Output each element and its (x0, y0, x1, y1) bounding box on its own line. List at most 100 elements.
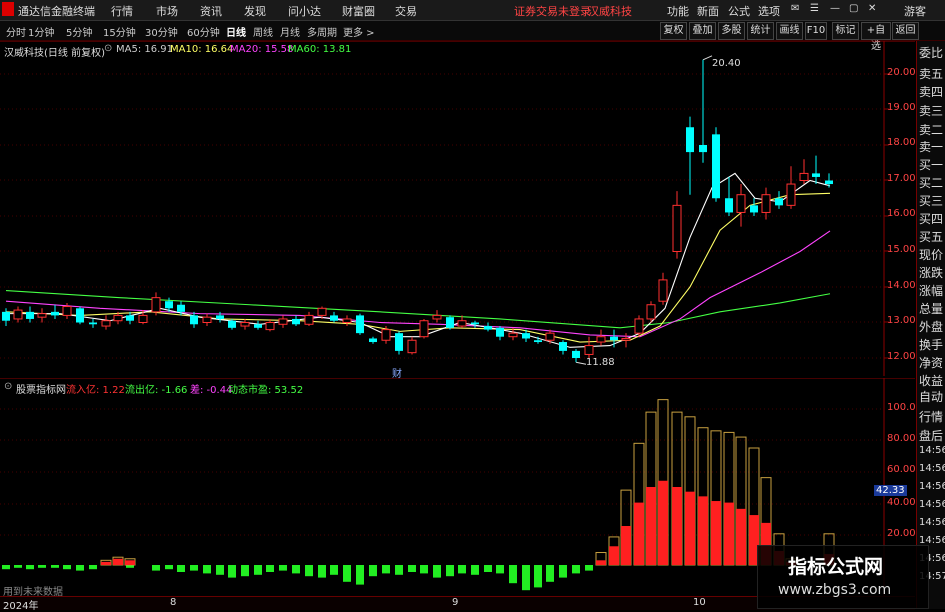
low-price-label: 11.88 (586, 357, 615, 368)
side-panel-item[interactable]: 卖二 (919, 121, 943, 138)
login-notice[interactable]: 证券交易未登录 (514, 3, 591, 19)
indicator-gear-icon[interactable]: ⊙ (4, 381, 12, 392)
side-panel-item[interactable]: 总量 (919, 300, 943, 317)
candle (356, 313, 364, 335)
watermark-url: www.zbgs3.com (778, 582, 892, 598)
side-panel-item[interactable]: 卖三 (919, 102, 943, 119)
side-panel-item[interactable]: 涨幅 (919, 282, 943, 299)
side-panel-item[interactable]: 14:56 (919, 517, 945, 528)
side-panel-item[interactable]: 买三 (919, 192, 943, 209)
side-panel-item[interactable]: 14:56 (919, 481, 945, 492)
inflow-bar (646, 487, 656, 565)
maximize-icon[interactable]: ▢ (849, 3, 858, 14)
side-panel-item[interactable]: 买二 (919, 174, 943, 191)
menu-item-function[interactable]: 功能 (667, 3, 689, 19)
side-panel-item[interactable]: 净资 (919, 354, 943, 371)
outflow-bar (216, 565, 224, 575)
candle (646, 301, 656, 323)
menu-item-ask[interactable]: 问小达 (288, 3, 321, 19)
sub-y-tick: 80.00 (887, 433, 916, 444)
candle (799, 159, 809, 185)
period-tab-5min[interactable]: 5分钟 (66, 24, 92, 39)
outflow-bar (458, 565, 466, 574)
overlay-button[interactable]: 叠加 (689, 22, 716, 40)
menu-item-trade[interactable]: 交易 (395, 3, 417, 19)
minimize-icon[interactable]: — (830, 3, 840, 14)
kline-chart[interactable] (0, 41, 915, 376)
side-panel-item[interactable]: 卖四 (919, 83, 943, 100)
side-panel-item[interactable]: 外盘 (919, 318, 943, 335)
adjust-button[interactable]: 复权 (660, 22, 687, 40)
period-tab-15min[interactable]: 15分钟 (103, 24, 136, 39)
candle (51, 304, 59, 319)
back-button[interactable]: 返回 (892, 22, 919, 40)
menu-item-newface[interactable]: 新面 (697, 3, 719, 19)
side-panel-item[interactable]: 自动 (919, 388, 943, 405)
stock-name-header: 汉威科技 (588, 5, 632, 18)
side-panel-item[interactable]: 行情 (919, 408, 943, 425)
menu-item-market[interactable]: 市场 (156, 3, 178, 19)
menu-item-options[interactable]: 选项 (758, 3, 780, 19)
drawline-button[interactable]: 画线 (776, 22, 803, 40)
side-panel-item[interactable]: 14:56 (919, 445, 945, 456)
chat-icon[interactable]: ✉ (791, 3, 799, 14)
side-panel-item[interactable]: 14:56 (919, 499, 945, 510)
outflow-bar (292, 565, 300, 574)
menu-item-news[interactable]: 资讯 (200, 3, 222, 19)
period-tab-30min[interactable]: 30分钟 (145, 24, 178, 39)
side-panel-item[interactable]: 委比 (919, 44, 943, 61)
side-panel-item[interactable]: 14:56 (919, 463, 945, 474)
add-watchlist-button[interactable]: +自选 (861, 22, 891, 52)
inflow-bar (596, 560, 606, 565)
side-panel-item[interactable]: 卖五 (919, 65, 943, 82)
outflow-bar (38, 565, 46, 568)
side-panel-item[interactable]: 换手 (919, 336, 943, 353)
period-tab-multi[interactable]: 多周期 (307, 24, 337, 39)
side-panel-item[interactable]: 买四 (919, 210, 943, 227)
period-tab-1min[interactable]: 1分钟 (28, 24, 54, 39)
period-tab-monthly[interactable]: 月线 (280, 24, 300, 39)
inflow-bar (101, 561, 111, 565)
y-tick: 16.00 (887, 208, 916, 219)
stats-button[interactable]: 统计 (747, 22, 774, 40)
candle (484, 322, 492, 332)
period-tab-daily[interactable]: 日线 (226, 24, 246, 39)
period-tab-weekly[interactable]: 周线 (253, 24, 273, 39)
side-panel-item[interactable]: 卖一 (919, 138, 943, 155)
menu-item-wealth[interactable]: 财富圈 (342, 3, 375, 19)
outflow-bar (522, 565, 530, 591)
candle (395, 331, 403, 355)
mark-button[interactable]: 标记 (832, 22, 859, 40)
diff-label: 差: -0.44 (190, 385, 233, 396)
sub-y-tick: 40.00 (887, 497, 916, 508)
f10-button[interactable]: F10 (805, 22, 827, 40)
side-panel-item[interactable]: 盘后 (919, 427, 943, 444)
menu-item-quotes[interactable]: 行情 (111, 3, 133, 19)
menu-item-formula[interactable]: 公式 (728, 3, 750, 19)
watermark: 指标公式网 www.zbgs3.com (757, 545, 929, 609)
inflow-bar (125, 560, 135, 565)
inflow-bar (634, 502, 644, 565)
period-tab-timeshare[interactable]: 分时 (6, 24, 26, 39)
candle (190, 311, 198, 328)
guest-label[interactable]: 游客 (904, 3, 926, 19)
candle (304, 311, 314, 327)
side-panel-item[interactable]: 买一 (919, 156, 943, 173)
menu-item-discover[interactable]: 发现 (244, 3, 266, 19)
outflow-bar (305, 565, 313, 577)
candle (559, 340, 567, 355)
candle (496, 326, 504, 341)
side-panel-item[interactable]: 涨跌 (919, 264, 943, 281)
settings-icon[interactable]: ☰ (810, 3, 819, 14)
period-tab-60min[interactable]: 60分钟 (187, 24, 220, 39)
multistock-button[interactable]: 多股 (718, 22, 745, 40)
side-panel-item[interactable]: 现价 (919, 246, 943, 263)
period-tab-more[interactable]: 更多 > (343, 24, 375, 39)
low-pointer (575, 361, 587, 365)
candle (775, 191, 783, 209)
side-panel-item[interactable]: 买五 (919, 228, 943, 245)
outflow-bar (433, 565, 441, 578)
gear-icon[interactable]: ⊙ (104, 43, 112, 54)
side-panel-item[interactable]: 收益 (919, 372, 943, 389)
close-icon[interactable]: ✕ (868, 3, 876, 14)
